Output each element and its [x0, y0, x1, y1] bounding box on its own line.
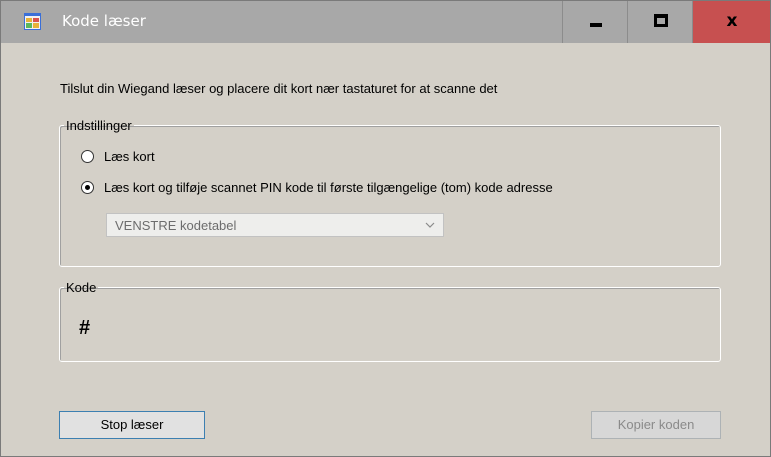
- close-icon: x: [726, 11, 738, 31]
- kode-laeser-window: Kode læser x Tilslut din Wiegand læser o…: [0, 0, 771, 457]
- close-button[interactable]: x: [692, 1, 770, 43]
- settings-legend: Indstillinger: [66, 118, 132, 133]
- title-bar[interactable]: Kode læser x: [1, 1, 770, 43]
- code-table-select-value: VENSTRE kodetabel: [115, 218, 237, 233]
- maximize-button[interactable]: [627, 1, 692, 43]
- code-table-select[interactable]: VENSTRE kodetabel: [106, 213, 444, 237]
- minimize-button[interactable]: [562, 1, 627, 43]
- radio-read-and-add-pin-circle[interactable]: [81, 181, 94, 194]
- minimize-icon: [590, 23, 602, 27]
- code-value: #: [79, 317, 91, 339]
- app-window-icon: [24, 13, 41, 30]
- code-legend: Kode: [66, 280, 97, 295]
- maximize-icon: [654, 14, 668, 27]
- stop-reader-button[interactable]: Stop læser: [59, 411, 205, 439]
- radio-read-card-circle[interactable]: [81, 150, 94, 163]
- chevron-down-icon: [425, 222, 435, 228]
- radio-read-and-add-pin[interactable]: Læs kort og tilføje scannet PIN kode til…: [81, 180, 553, 195]
- radio-read-card[interactable]: Læs kort: [81, 149, 155, 164]
- copy-code-button[interactable]: Kopier koden: [591, 411, 721, 439]
- window-title: Kode læser: [62, 12, 146, 30]
- code-group: Kode: [59, 280, 721, 362]
- radio-read-card-label: Læs kort: [104, 149, 155, 164]
- instruction-text: Tilslut din Wiegand læser og placere dit…: [60, 81, 498, 96]
- radio-read-and-add-pin-label: Læs kort og tilføje scannet PIN kode til…: [104, 180, 553, 195]
